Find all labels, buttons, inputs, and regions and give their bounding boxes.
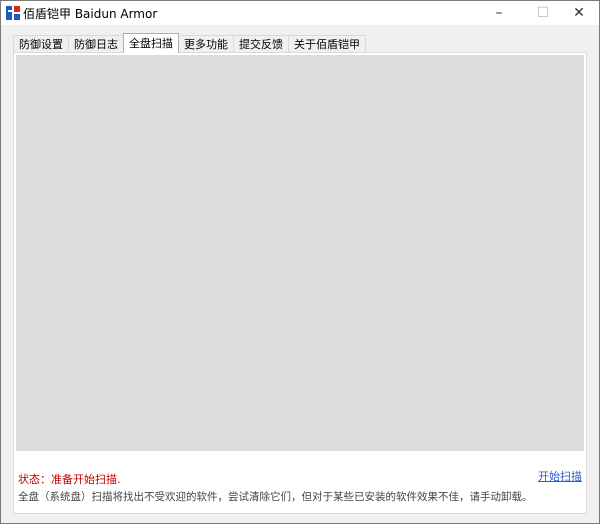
close-icon: ✕ [573,5,585,21]
scan-results-area [16,55,584,451]
start-scan-link[interactable]: 开始扫描 [538,468,582,484]
tab-more-features[interactable]: 更多功能 [178,35,234,53]
title-bar[interactable]: 佰盾铠甲 Baidun Armor – ☐ ✕ [1,1,599,25]
close-button[interactable]: ✕ [559,1,599,25]
window-title: 佰盾铠甲 Baidun Armor [23,7,158,21]
app-window: 佰盾铠甲 Baidun Armor – ☐ ✕ 防御设置 防御日志 全盘扫描 更… [0,0,600,524]
tab-strip: 防御设置 防御日志 全盘扫描 更多功能 提交反馈 关于佰盾铠甲 [13,33,366,53]
minimize-icon: – [495,5,503,21]
maximize-icon: ☐ [536,5,550,21]
full-scan-panel: 状态：准备开始扫描. 开始扫描 全盘（系统盘）扫描将找出不受欢迎的软件，尝试清除… [13,52,587,514]
tab-defense-log[interactable]: 防御日志 [68,35,124,53]
minimize-button[interactable]: – [479,1,519,25]
maximize-button[interactable]: ☐ [523,1,563,25]
tab-full-scan[interactable]: 全盘扫描 [123,33,179,53]
baidun-armor-logo-icon [6,6,20,20]
scan-description: 全盘（系统盘）扫描将找出不受欢迎的软件，尝试清除它们，但对于某些已安装的软件效果… [18,491,533,503]
scan-status-text: 状态：准备开始扫描. [18,473,121,486]
tab-defense-settings[interactable]: 防御设置 [13,35,69,53]
tab-about[interactable]: 关于佰盾铠甲 [288,35,366,53]
tab-submit-feedback[interactable]: 提交反馈 [233,35,289,53]
